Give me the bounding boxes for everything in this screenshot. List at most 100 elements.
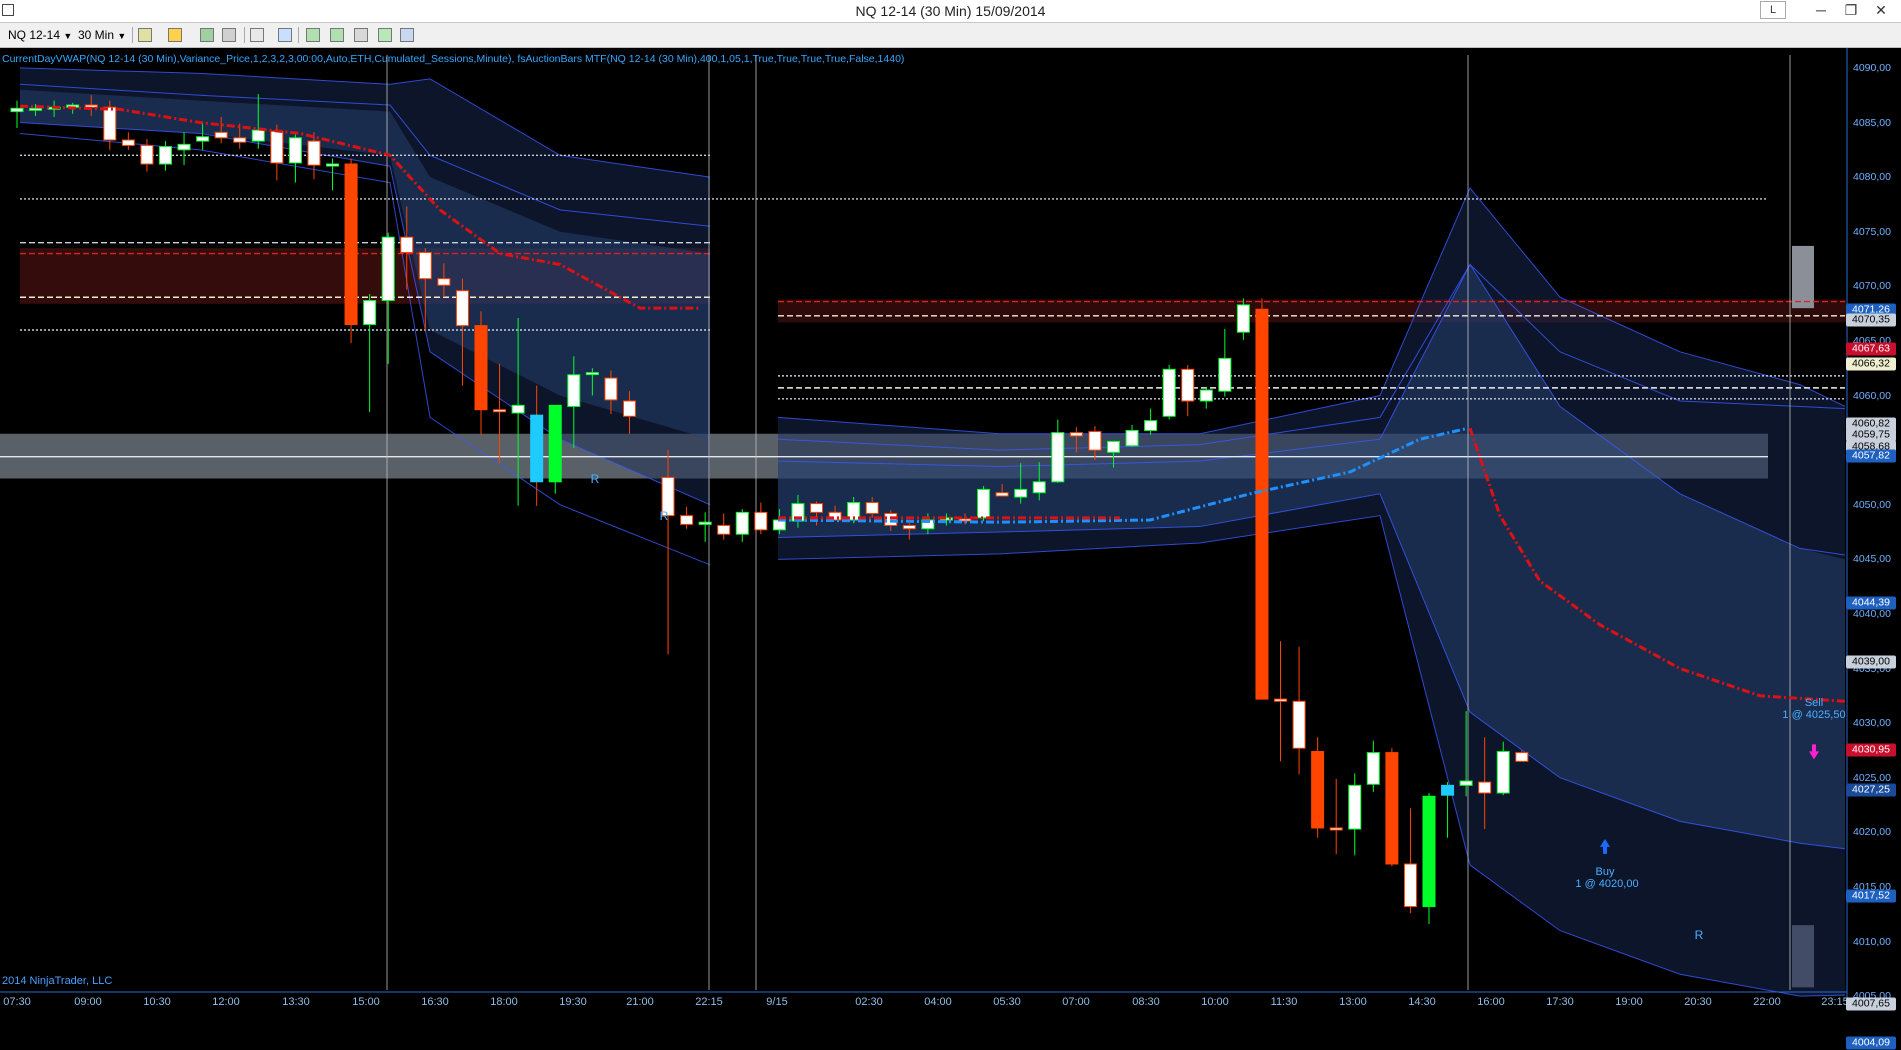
candle-body: [288, 137, 302, 164]
toolbar-separator: [244, 27, 245, 43]
interval-label: 30 Min: [78, 28, 115, 42]
chart-trader-icon[interactable]: [354, 28, 368, 42]
template-icon[interactable]: [400, 28, 414, 42]
price-axis-label: 4085,00: [1853, 116, 1891, 129]
price-axis-label: 4070,00: [1853, 280, 1891, 293]
sell-detail: 1 @ 4025,50: [1782, 709, 1846, 721]
time-axis-label: 19:30: [559, 996, 587, 1008]
price-marker: 4007,65: [1846, 997, 1896, 1011]
price-axis-label: 4075,00: [1853, 225, 1891, 238]
candle-body: [1478, 781, 1492, 794]
price-chart[interactable]: [0, 48, 1901, 1014]
candle-body: [270, 130, 284, 164]
candle-body: [754, 511, 768, 531]
time-axis-label: 21:00: [626, 996, 654, 1008]
candle-body: [121, 139, 135, 146]
data-box-icon[interactable]: [330, 28, 344, 42]
properties-icon[interactable]: [306, 28, 320, 42]
time-axis-label: 16:30: [421, 996, 449, 1008]
candle-body: [1125, 429, 1139, 447]
candle-body: [1496, 751, 1510, 794]
time-axis-label: 22:00: [1753, 996, 1781, 1008]
time-axis-label: 16:00: [1477, 996, 1505, 1008]
candle-body: [977, 488, 991, 519]
chevron-down-icon: ▼: [117, 31, 127, 41]
time-axis-label: 11:30: [1270, 996, 1298, 1008]
time-axis-label: 10:30: [143, 996, 171, 1008]
candle-body: [585, 372, 599, 376]
time-axis-label: 04:00: [924, 996, 952, 1008]
candle-body: [437, 278, 451, 286]
bar-type-icon[interactable]: [138, 28, 152, 42]
candle-body: [1329, 827, 1343, 831]
buy-label: Buy: [1595, 866, 1615, 878]
vwap-bands-layer: [19, 67, 1846, 997]
candle-body: [400, 236, 414, 253]
dollar-icon[interactable]: [378, 28, 392, 42]
window-titlebar: NQ 12-14 (30 Min) 15/09/2014 L ─ ❐ ✕: [0, 0, 1901, 23]
candle-body: [1236, 304, 1250, 333]
time-axis-label: 18:00: [490, 996, 518, 1008]
add-indicator-icon[interactable]: [200, 28, 214, 42]
candle-body: [1366, 752, 1380, 785]
candle-body: [493, 409, 507, 413]
restore-button[interactable]: ❐: [1836, 0, 1866, 21]
candle-body: [455, 290, 469, 327]
candle-body: [511, 404, 525, 414]
candle-body: [474, 325, 488, 411]
candle-body: [530, 414, 544, 483]
candle-body: [902, 524, 916, 530]
time-axis-label: 07:00: [1062, 996, 1090, 1008]
candle-body: [735, 511, 749, 535]
price-marker: 4044,39: [1846, 596, 1896, 610]
candle-body: [251, 129, 265, 142]
cursor-select-icon[interactable]: [250, 28, 264, 42]
price-axis-label: 4060,00: [1853, 389, 1891, 402]
time-axis-label: 13:30: [282, 996, 310, 1008]
time-axis-label: 20:30: [1684, 996, 1712, 1008]
sell-label: Sell: [1804, 697, 1824, 709]
price-axis-label: 4090,00: [1853, 62, 1891, 74]
price-axis-label: 4080,00: [1853, 171, 1891, 184]
candle-body: [995, 492, 1009, 497]
price-axis-label: 4050,00: [1853, 498, 1891, 511]
close-button[interactable]: ✕: [1866, 0, 1896, 21]
layout-toggle-button[interactable]: L: [1760, 1, 1786, 19]
price-marker: 4004,09: [1846, 1036, 1896, 1050]
instrument-selector[interactable]: NQ 12-14 ▼: [8, 26, 72, 44]
candle-body: [1459, 780, 1473, 786]
time-axis-label: 14:30: [1408, 996, 1436, 1008]
chart-toolbar: NQ 12-14 ▼ 30 Min ▼: [0, 23, 1901, 48]
candle-body: [1255, 308, 1269, 700]
time-axis-label: 05:30: [993, 996, 1021, 1008]
candle-body: [1181, 368, 1195, 402]
candle-body: [810, 503, 824, 513]
copyright-label: 2014 NinjaTrader, LLC: [2, 975, 113, 987]
buy-detail: 1 @ 4020,00: [1575, 878, 1639, 890]
time-axis-label: 15:00: [352, 996, 380, 1008]
price-marker: 4027,25: [1846, 783, 1896, 797]
candle-body: [103, 106, 117, 141]
resistance-zone: [778, 299, 1846, 323]
candle-body: [233, 137, 247, 143]
candle-body: [140, 144, 154, 165]
interval-selector[interactable]: 30 Min ▼: [78, 26, 126, 44]
pencil-draw-icon[interactable]: [168, 28, 182, 42]
candle-body: [1274, 698, 1288, 702]
candle-body: [1199, 389, 1213, 402]
r-marker: R: [590, 472, 600, 486]
candle-body: [1088, 431, 1102, 451]
time-axis-label: 22:15: [695, 996, 723, 1008]
candle-body: [548, 404, 562, 483]
minimize-button[interactable]: ─: [1806, 0, 1836, 21]
zoom-icon[interactable]: [278, 28, 292, 42]
time-axis-label: 10:00: [1201, 996, 1229, 1008]
strategy-icon[interactable]: [222, 28, 236, 42]
price-axis-label: 4030,00: [1853, 717, 1891, 730]
candle-body: [29, 107, 43, 111]
time-axis-label: 9/15: [766, 996, 788, 1008]
candle-body: [1051, 432, 1065, 483]
instrument-label: NQ 12-14: [8, 28, 61, 42]
time-axis-label: 19:00: [1615, 996, 1643, 1008]
chevron-down-icon: ▼: [63, 31, 73, 41]
